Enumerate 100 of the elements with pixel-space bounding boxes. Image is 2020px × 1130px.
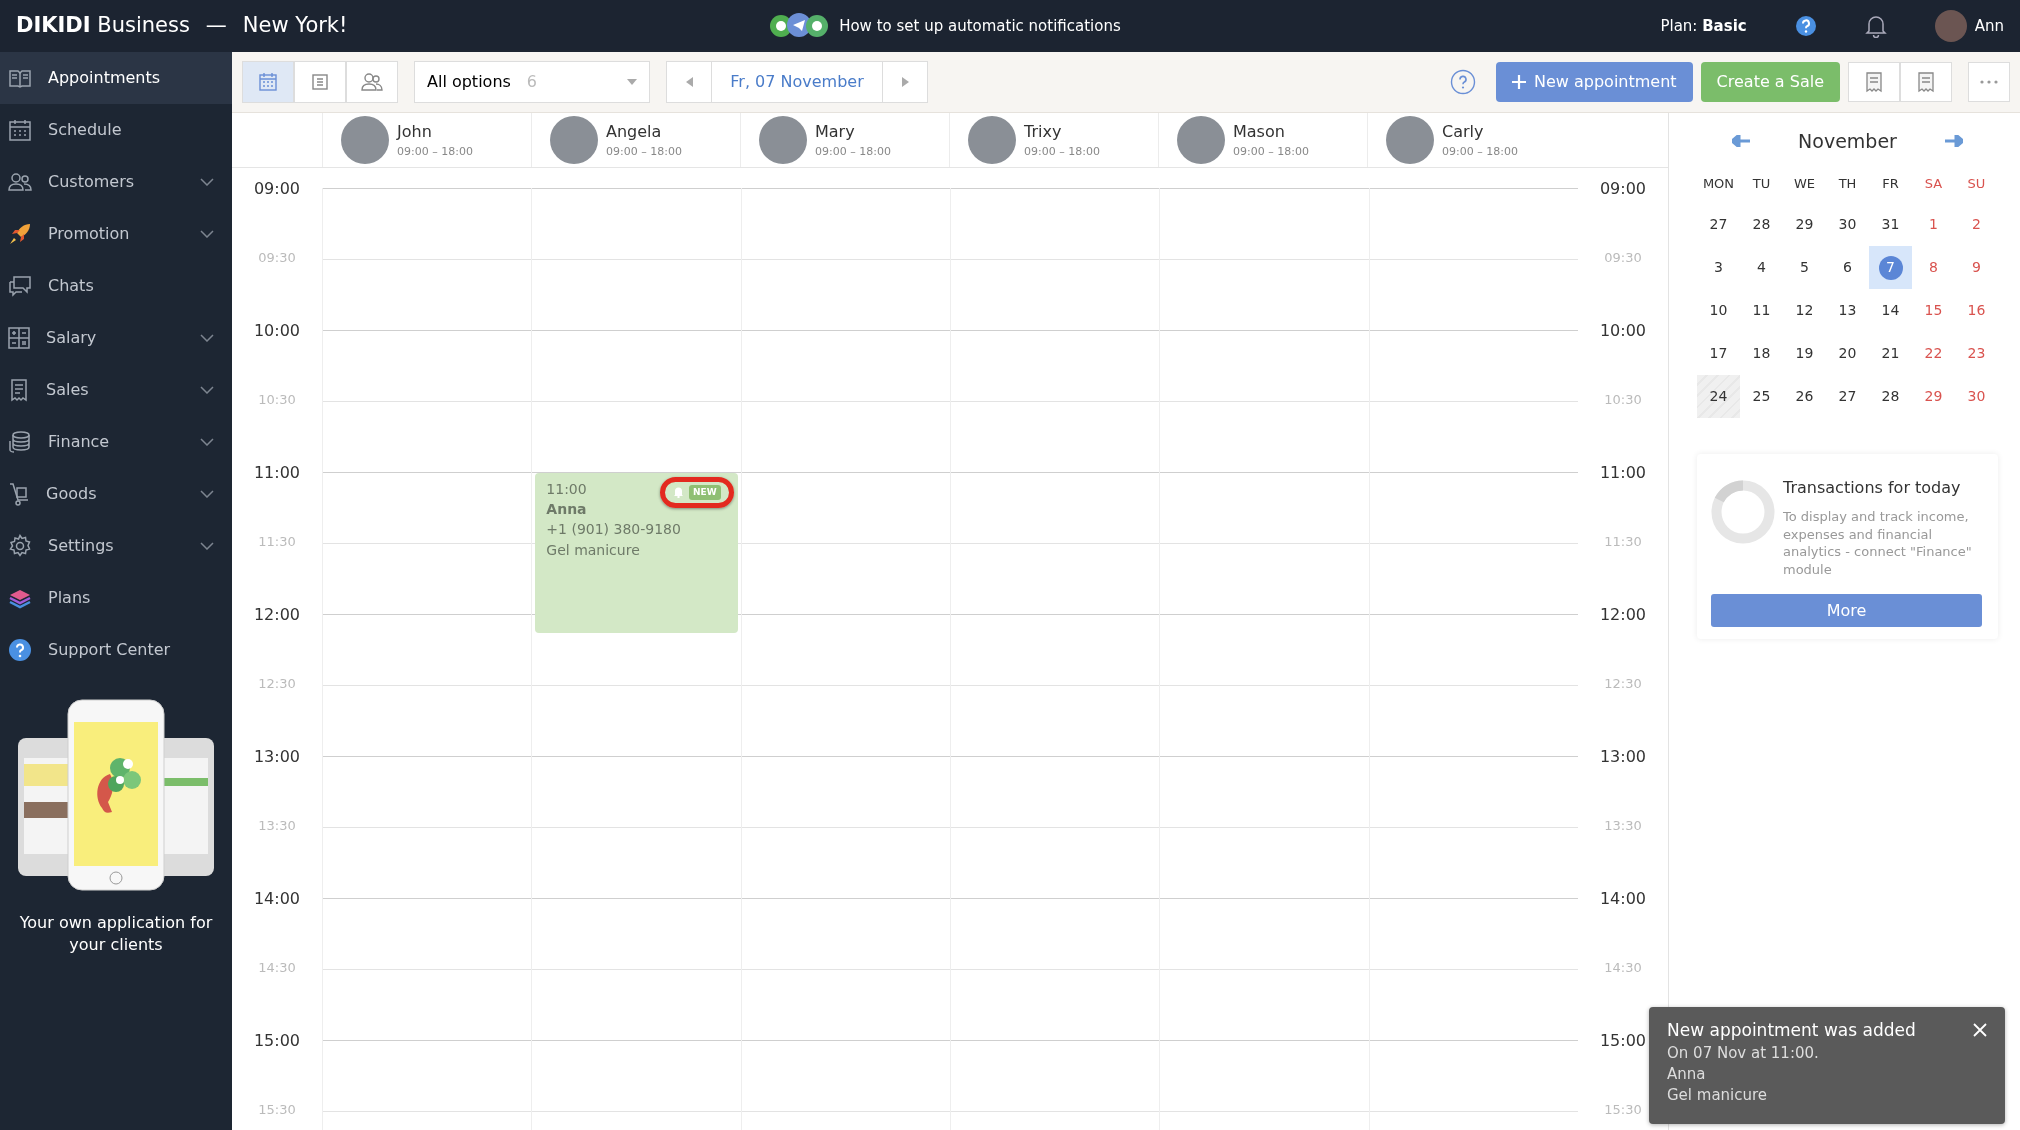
chevron-down-icon [200, 438, 214, 446]
sidebar-item[interactable]: Chats [0, 260, 232, 312]
time-label: 10:00 [1599, 320, 1647, 340]
sidebar-item[interactable]: Finance [0, 416, 232, 468]
calendar-day[interactable]: 8 [1912, 246, 1955, 290]
next-day-button[interactable] [882, 60, 928, 103]
staff-avatar [1386, 115, 1434, 164]
calculator-icon [8, 327, 30, 349]
chevron-down-icon [200, 542, 214, 550]
calendar-day[interactable]: 30 [1955, 375, 1998, 419]
staff-name: Mason [1233, 120, 1286, 143]
calendar-day[interactable]: 20 [1826, 332, 1869, 376]
calendar-day[interactable]: 31 [1869, 203, 1912, 247]
sidebar-item[interactable]: Appointments [0, 52, 232, 104]
view-tab[interactable] [242, 60, 294, 103]
time-label: 09:30 [1604, 249, 1642, 265]
sidebar-item[interactable]: Promotion [0, 208, 232, 260]
calendar-day[interactable]: 29 [1783, 203, 1826, 247]
user-avatar[interactable] [1934, 10, 1967, 42]
staff-name: Trixy [1024, 120, 1063, 143]
client-phone: +1 (901) 380-9180 [546, 520, 681, 540]
staff-name: Mary [815, 120, 856, 143]
calendar-day[interactable]: 27 [1826, 375, 1869, 419]
appointment-time: 11:00 [546, 479, 587, 499]
calendar-day[interactable]: 9 [1955, 246, 1998, 290]
calendar-day[interactable]: 11 [1740, 289, 1783, 333]
remove-receipt-button[interactable] [1900, 61, 1952, 102]
calendar-day[interactable]: 23 [1955, 332, 1998, 376]
calendar-day[interactable]: 17 [1697, 332, 1740, 376]
list-icon [311, 72, 329, 91]
calendar-day[interactable]: 21 [1869, 332, 1912, 376]
previous-day-button[interactable] [666, 60, 712, 103]
calendar-day[interactable]: 7 [1869, 246, 1912, 290]
calendar-day[interactable]: 26 [1783, 375, 1826, 419]
help-icon[interactable] [1794, 15, 1817, 37]
time-label: 14:30 [1604, 959, 1642, 975]
calendar-day[interactable]: 6 [1826, 246, 1869, 290]
time-label: 13:30 [1604, 817, 1642, 833]
book-icon [8, 68, 32, 88]
calendar-day[interactable]: 19 [1783, 332, 1826, 376]
close-icon [1973, 1022, 1987, 1037]
calendar-day[interactable]: 16 [1955, 289, 1998, 333]
calendar-day[interactable]: 24 [1697, 375, 1740, 419]
sidebar-item[interactable]: Goods [0, 468, 232, 520]
notifications-help-link[interactable]: How to set up automatic notifications [839, 14, 1121, 38]
plus-icon [1512, 74, 1526, 89]
caret-icon [627, 78, 637, 85]
time-label: 11:00 [1599, 462, 1647, 482]
view-tab[interactable] [294, 60, 346, 103]
time-label: 13:00 [1599, 746, 1647, 766]
calendar-day[interactable]: 29 [1912, 375, 1955, 419]
calendar-day[interactable]: 14 [1869, 289, 1912, 333]
options-dropdown[interactable]: All options 6 [414, 60, 650, 103]
view-tab[interactable] [346, 60, 398, 103]
sidebar-item[interactable]: Settings [0, 520, 232, 572]
calendar-day[interactable]: 13 [1826, 289, 1869, 333]
caret-left-icon [685, 76, 693, 87]
calendar-day[interactable]: 12 [1783, 289, 1826, 333]
sidebar-item[interactable]: Customers [0, 156, 232, 208]
user-name[interactable]: Ann [1974, 14, 2004, 38]
add-receipt-button[interactable] [1848, 61, 1900, 102]
date-field[interactable]: Fr, 07 November [712, 60, 882, 103]
sidebar-item[interactable]: Schedule [0, 104, 232, 156]
caret-right-icon [901, 76, 909, 87]
calendar-day[interactable]: 2 [1955, 203, 1998, 247]
time-label: 15:00 [253, 1030, 301, 1050]
coins-icon [8, 431, 32, 453]
time-label: 10:00 [253, 320, 301, 340]
calendar-day[interactable]: 27 [1697, 203, 1740, 247]
calendar-day[interactable]: 15 [1912, 289, 1955, 333]
calendar-day[interactable]: 4 [1740, 246, 1783, 290]
sidebar-item[interactable]: Salary [0, 312, 232, 364]
chevron-down-icon [200, 334, 214, 342]
receipt-icon [8, 378, 30, 402]
calendar-day[interactable]: 5 [1783, 246, 1826, 290]
calendar-day[interactable]: 3 [1697, 246, 1740, 290]
settings-icon [8, 534, 32, 558]
weekday-label: SA [1924, 174, 1943, 193]
calendar-day[interactable]: 30 [1826, 203, 1869, 247]
more-options-button[interactable] [1968, 61, 2010, 102]
bell-icon[interactable] [1864, 14, 1887, 38]
calendar-day[interactable]: 25 [1740, 375, 1783, 419]
calendar-day[interactable]: 10 [1697, 289, 1740, 333]
staff-hours: 09:00 – 18:00 [815, 143, 891, 160]
time-label: 12:30 [1604, 675, 1642, 691]
calendar-day[interactable]: 28 [1869, 375, 1912, 419]
bell-icon [673, 486, 685, 499]
calendar-day[interactable]: 1 [1912, 203, 1955, 247]
calendar-day[interactable]: 22 [1912, 332, 1955, 376]
calendar-day[interactable]: 18 [1740, 332, 1783, 376]
sidebar-item[interactable]: Support Center [0, 624, 232, 676]
sidebar-item[interactable]: Plans [0, 572, 232, 624]
sidebar-item[interactable]: Sales [0, 364, 232, 416]
calendar-day[interactable]: 28 [1740, 203, 1783, 247]
weekday-label: SU [1967, 174, 1986, 193]
time-label: 13:00 [253, 746, 301, 766]
staff-avatar [341, 115, 389, 164]
staff-hours: 09:00 – 18:00 [1233, 143, 1309, 160]
time-label: 10:30 [1604, 391, 1642, 407]
appointment-card[interactable]: 11:00 Anna +1 (901) 380-9180 Gel manicure NEW [535, 472, 738, 633]
